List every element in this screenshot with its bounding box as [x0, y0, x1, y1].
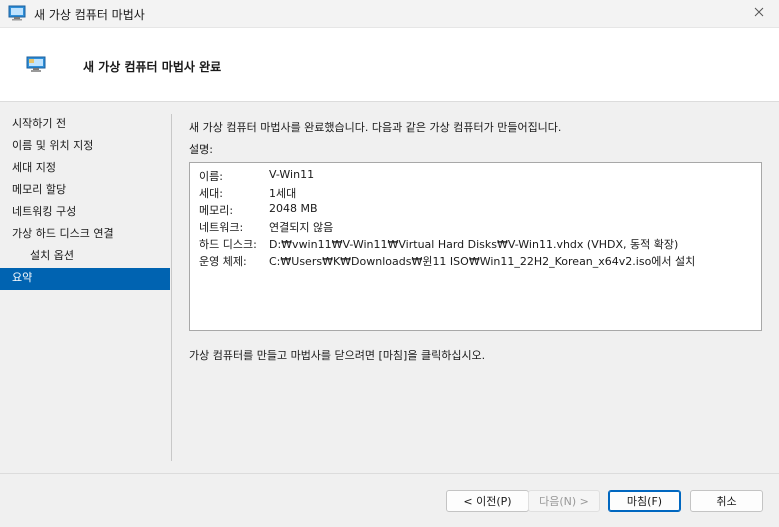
close-icon	[754, 7, 764, 20]
nav-item-install-options[interactable]: 설치 옵션	[0, 246, 170, 268]
window-title: 새 가상 컴퓨터 마법사	[34, 8, 145, 22]
summary-label: 운영 체제:	[199, 255, 247, 268]
vm-monitor-icon	[26, 56, 46, 76]
summary-value: 1세대	[269, 187, 297, 200]
footer-divider	[0, 473, 779, 474]
nav-item-summary[interactable]: 요약	[0, 268, 170, 290]
summary-box[interactable]: 이름: V-Win11 세대: 1세대 메모리: 2048 MB 네트워크: 연…	[189, 162, 762, 331]
summary-label: 이름:	[199, 170, 223, 183]
nav-item-networking[interactable]: 네트워킹 구성	[0, 202, 170, 224]
nav-item-name-location[interactable]: 이름 및 위치 지정	[0, 136, 170, 158]
summary-value: C:₩Users₩K₩Downloads₩윈11 ISO₩Win11_22H2_…	[269, 255, 696, 268]
nav-item-memory[interactable]: 메모리 할당	[0, 180, 170, 202]
wizard-nav: 시작하기 전 이름 및 위치 지정 세대 지정 메모리 할당 네트워킹 구성 가…	[0, 114, 170, 290]
nav-item-before-you-begin[interactable]: 시작하기 전	[0, 114, 170, 136]
wizard-header: 새 가상 컴퓨터 마법사 완료	[0, 28, 779, 102]
summary-label: 세대:	[199, 187, 223, 200]
page-title: 새 가상 컴퓨터 마법사 완료	[83, 60, 222, 74]
summary-label: 하드 디스크:	[199, 238, 257, 251]
nav-divider	[171, 114, 172, 461]
title-bar: 새 가상 컴퓨터 마법사	[0, 0, 779, 28]
nav-item-generation[interactable]: 세대 지정	[0, 158, 170, 180]
next-button[interactable]: 다음(N) >	[528, 490, 600, 512]
summary-value: 연결되지 않음	[269, 221, 334, 234]
finish-button[interactable]: 마침(F)	[608, 490, 681, 512]
summary-value: 2048 MB	[269, 202, 318, 215]
summary-label: 네트워크:	[199, 221, 244, 234]
intro-text: 새 가상 컴퓨터 마법사를 완료했습니다. 다음과 같은 가상 컴퓨터가 만들어…	[189, 121, 562, 134]
summary-value: V-Win11	[269, 168, 315, 181]
close-button[interactable]	[739, 0, 779, 27]
nav-item-virtual-disk[interactable]: 가상 하드 디스크 연결	[0, 224, 170, 246]
vm-window-icon	[8, 5, 26, 24]
finish-note: 가상 컴퓨터를 만들고 마법사를 닫으려면 [마침]을 클릭하십시오.	[189, 349, 486, 362]
summary-value: D:₩vwin11₩V-Win11₩Virtual Hard Disks₩V-W…	[269, 238, 679, 251]
previous-button[interactable]: < 이전(P)	[446, 490, 529, 512]
description-label: 설명:	[189, 143, 213, 156]
summary-label: 메모리:	[199, 204, 234, 217]
cancel-button[interactable]: 취소	[690, 490, 763, 512]
